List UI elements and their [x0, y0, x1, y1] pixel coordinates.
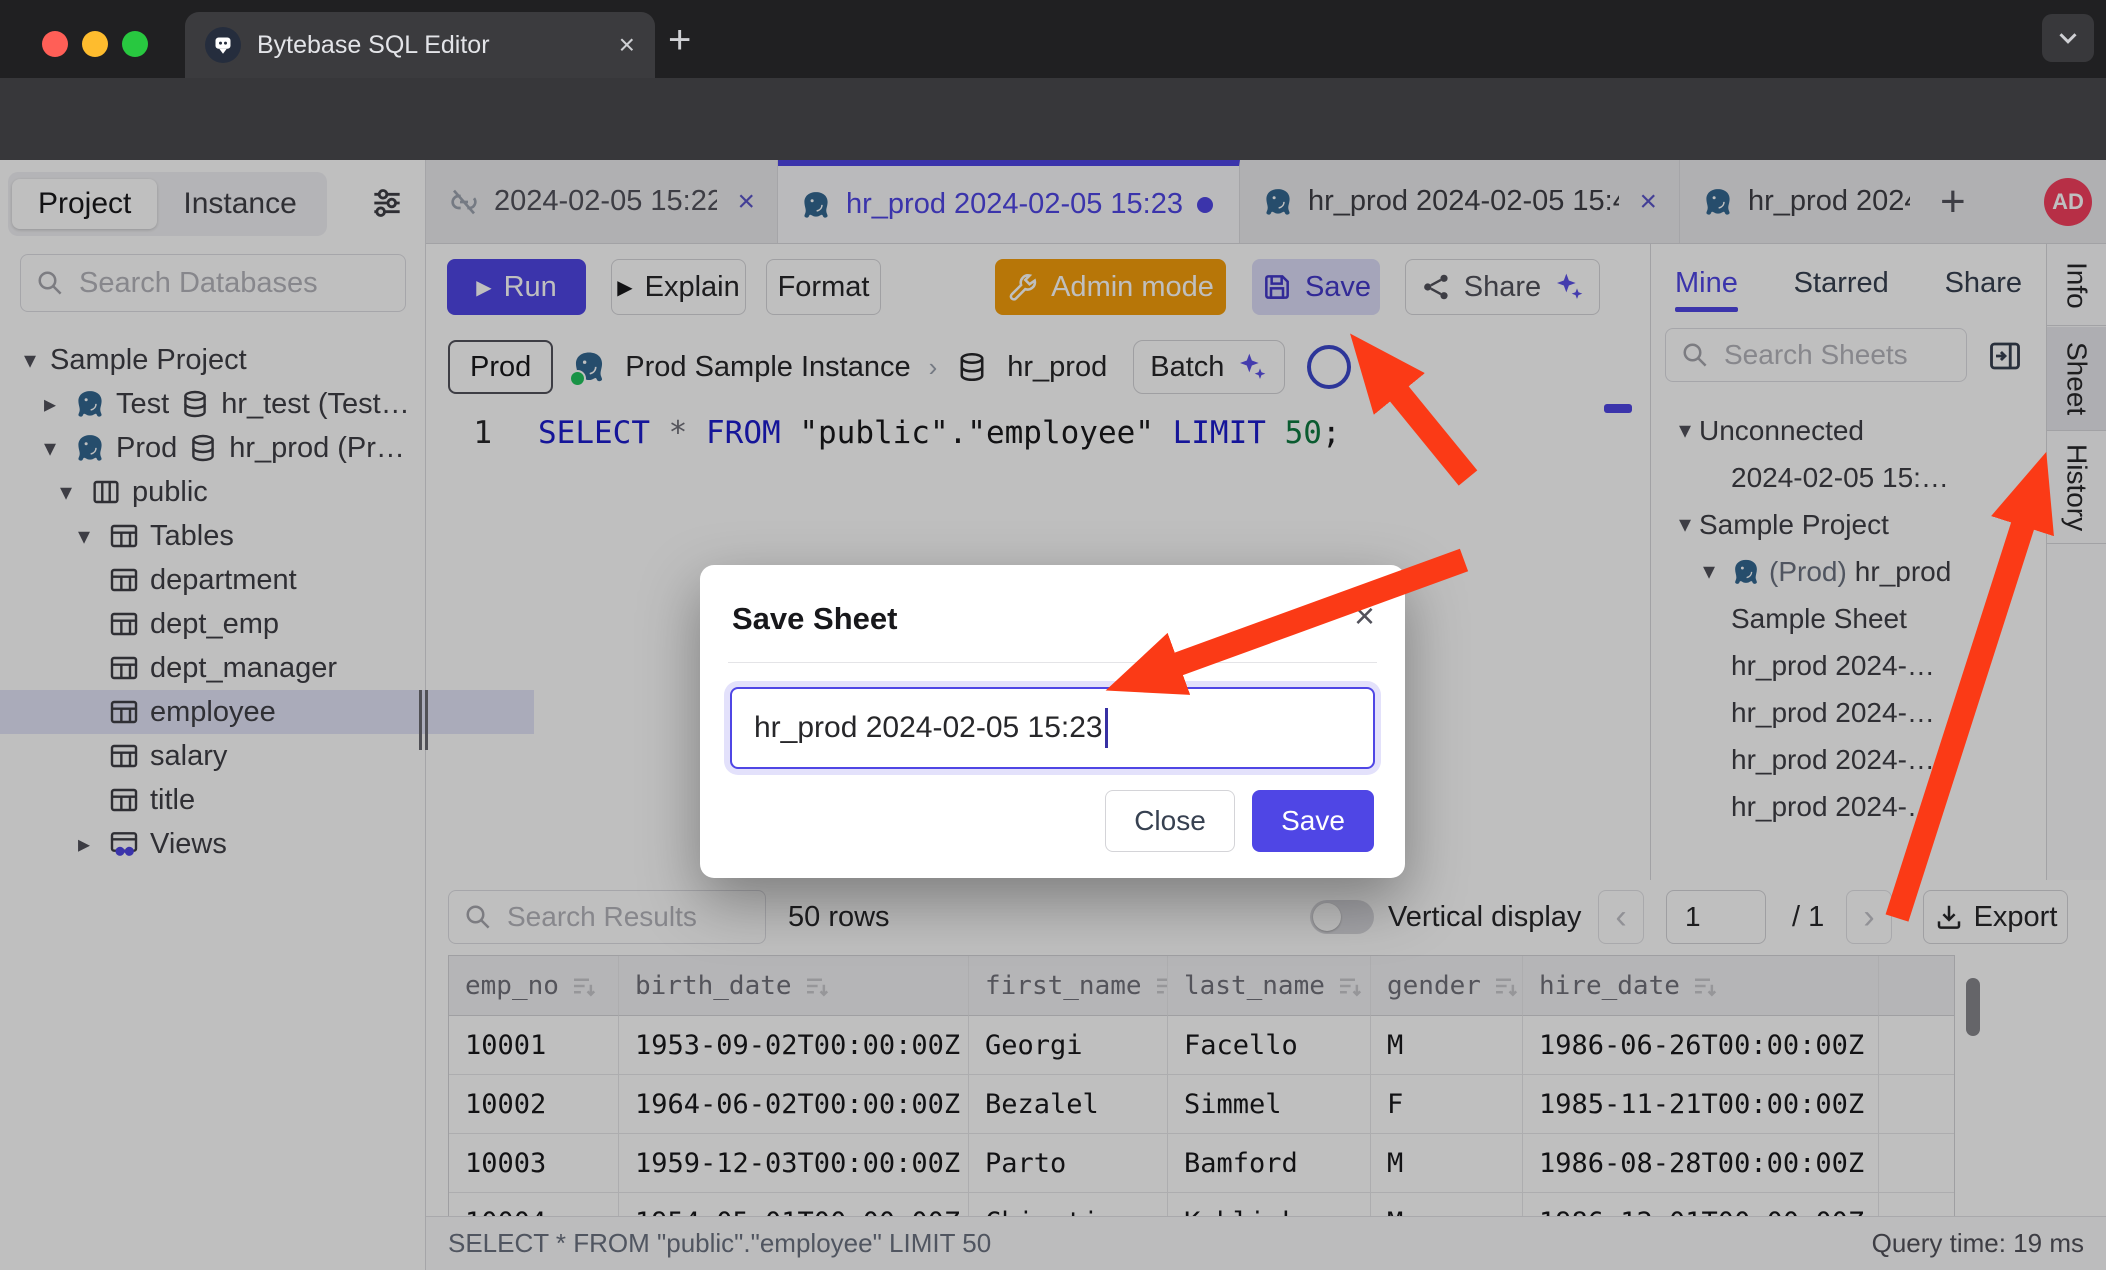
browser-chrome: Bytebase SQL Editor × + ← → ↻ i localhos…: [0, 0, 2106, 160]
save-sheet-modal: Save Sheet × hr_prod 2024-02-05 15:23 Cl…: [700, 565, 1405, 878]
chevron-down-icon: [2053, 23, 2083, 53]
browser-titlebar: Bytebase SQL Editor × +: [0, 0, 2106, 78]
text-cursor: [1105, 708, 1108, 748]
new-tab-button[interactable]: +: [668, 18, 691, 63]
browser-tab[interactable]: Bytebase SQL Editor ×: [185, 12, 655, 78]
modal-close-icon[interactable]: ×: [1354, 595, 1375, 637]
modal-save-button[interactable]: Save: [1252, 790, 1374, 852]
sheet-name-value: hr_prod 2024-02-05 15:23: [754, 711, 1103, 745]
modal-title: Save Sheet: [732, 601, 897, 637]
browser-tab-close-icon[interactable]: ×: [619, 29, 635, 61]
modal-divider: [728, 662, 1377, 663]
bytebase-favicon-icon: [205, 27, 241, 63]
window-minimize-button[interactable]: [82, 31, 108, 57]
window-zoom-button[interactable]: [122, 31, 148, 57]
browser-url-row: ← → ↻ i localhost:8080/sql-editor/prod-s…: [0, 78, 2106, 160]
window-close-button[interactable]: [42, 31, 68, 57]
sheet-name-input[interactable]: hr_prod 2024-02-05 15:23: [730, 687, 1375, 769]
screenshot-root: Bytebase SQL Editor × + ← → ↻ i localhos…: [0, 0, 2106, 1270]
modal-close-button[interactable]: Close: [1105, 790, 1235, 852]
tab-search-button[interactable]: [2042, 14, 2094, 62]
browser-tab-title: Bytebase SQL Editor: [257, 31, 619, 60]
